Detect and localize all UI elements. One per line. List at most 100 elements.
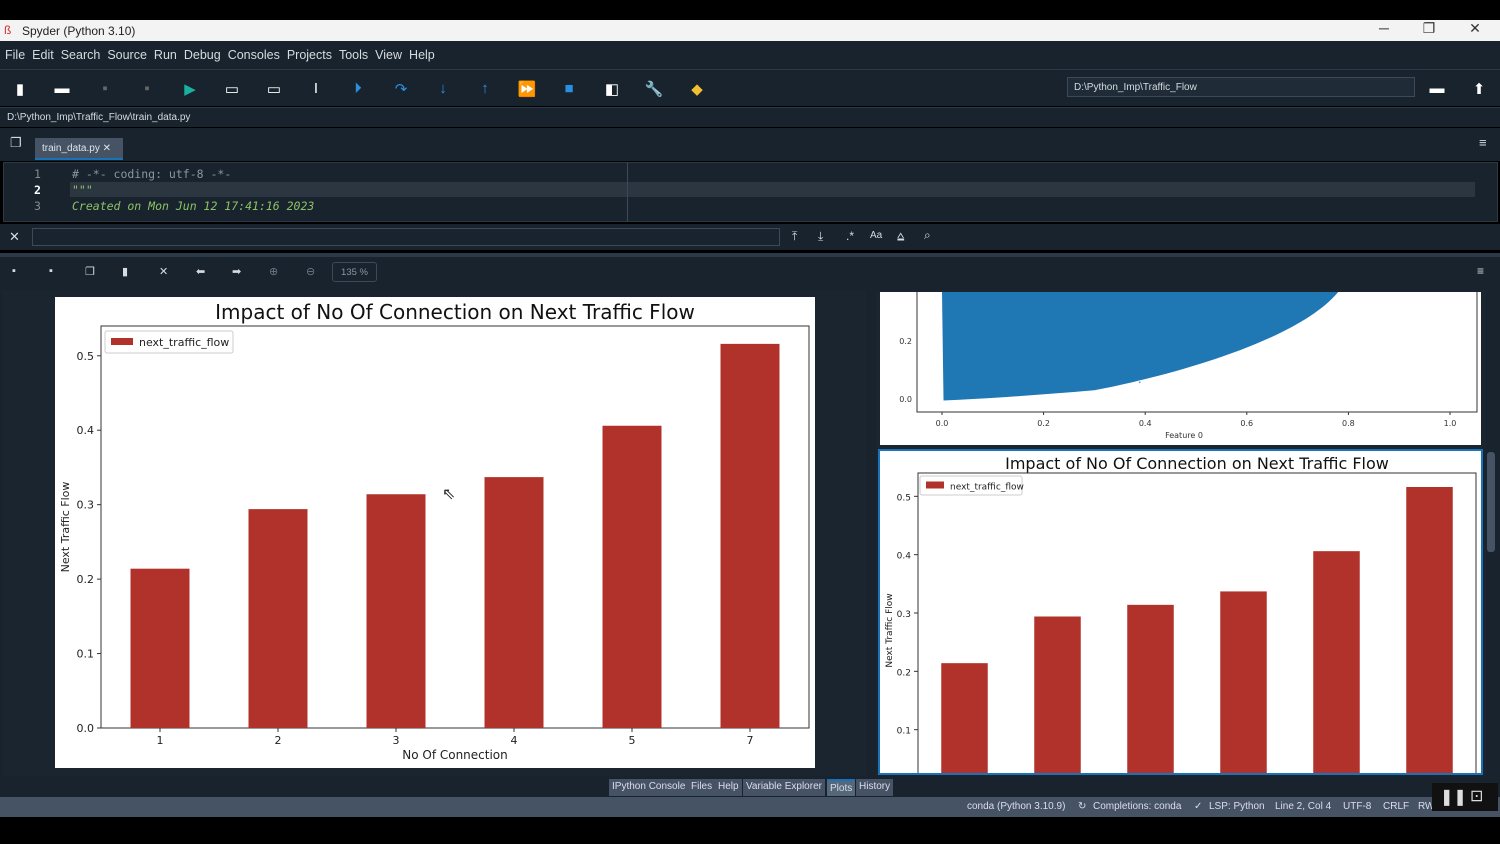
scatter-point (1127, 343, 1130, 346)
scatter-point (1133, 308, 1136, 310)
restore-button[interactable]: ❐ (1409, 20, 1449, 37)
scatter-point (1195, 351, 1198, 354)
whole-word-icon[interactable]: ⩠ (897, 229, 904, 244)
run-icon[interactable]: ▶ (180, 80, 200, 98)
parent-dir-icon[interactable]: ⬆ (1469, 80, 1489, 98)
save-plot-icon[interactable]: ▪ (12, 265, 16, 277)
menu-search[interactable]: Search (61, 48, 101, 62)
step-into-icon[interactable]: ↓ (433, 80, 453, 97)
next-plot-icon[interactable]: ➡ (232, 265, 241, 278)
menu-file[interactable]: File (5, 48, 25, 62)
find-next-icon[interactable]: ⤓ (818, 229, 823, 244)
menu-help[interactable]: Help (409, 48, 435, 62)
chart-title: Impact of No Of Connection on Next Traff… (215, 300, 695, 324)
file-path: D:\Python_Imp\Traffic_Flow\train_data.py (0, 107, 1500, 127)
close-tab-icon[interactable]: ✕ (103, 143, 111, 154)
menu-run[interactable]: Run (154, 48, 177, 62)
scatter-point (1167, 329, 1170, 332)
scatter-point (1225, 298, 1228, 300)
bar-chart-thumbnail[interactable]: Impact of No Of Connection on Next Traff… (878, 449, 1483, 775)
menu-source[interactable]: Source (107, 48, 147, 62)
maximize-pane-icon[interactable]: ◧ (602, 80, 622, 98)
regex-icon[interactable]: .* (846, 229, 854, 243)
stop-icon[interactable]: ■ (559, 80, 579, 97)
bar (720, 343, 780, 728)
close-button[interactable]: ✕ (1455, 20, 1495, 37)
bar (1313, 551, 1360, 773)
menu-tools[interactable]: Tools (339, 48, 368, 62)
scatter-point (1150, 350, 1153, 353)
copy-plot-icon[interactable]: ❐ (85, 265, 95, 278)
plots-options-icon[interactable]: ≡ (1477, 264, 1484, 278)
plot-frame (917, 472, 1477, 773)
save-icon[interactable]: ▪ (95, 80, 115, 97)
menu-projects[interactable]: Projects (287, 48, 332, 62)
menu-consoles[interactable]: Consoles (228, 48, 280, 62)
new-file-icon[interactable]: ▮ (10, 80, 30, 98)
menu-edit[interactable]: Edit (32, 48, 54, 62)
continue-icon[interactable]: ⏩ (517, 80, 537, 98)
tab-ipython-console[interactable]: IPython Console (609, 779, 689, 796)
scatter-point (1183, 359, 1186, 362)
tab-plots[interactable]: Plots (827, 779, 856, 796)
scatter-point (1122, 303, 1125, 306)
open-file-icon[interactable]: ▬ (52, 80, 72, 97)
scatter-point (1174, 325, 1176, 328)
code-editor[interactable]: 1 # -*- coding: utf-8 -*- 2 """ 3 Create… (3, 162, 1498, 222)
menu-debug[interactable]: Debug (184, 48, 221, 62)
editor-tabs-row: ❐ ≡ (0, 128, 1500, 161)
scatter-point (1228, 308, 1231, 311)
scatter-point (1204, 347, 1207, 350)
scatter-point (1174, 319, 1177, 322)
tab-help[interactable]: Help (715, 779, 742, 796)
scatter-point (1195, 300, 1197, 303)
scatter-point (1228, 338, 1231, 341)
scatter-point (1132, 357, 1135, 360)
pause-icon[interactable]: ❚❚ (1440, 787, 1467, 807)
minimize-button[interactable]: ─ (1364, 20, 1404, 36)
zoom-out-icon[interactable]: ⊖ (306, 265, 315, 278)
scatter-point (1186, 347, 1189, 350)
remove-plot-icon[interactable]: ▮ (122, 265, 128, 278)
options-menu-icon[interactable]: ≡ (1479, 135, 1487, 150)
remove-all-plots-icon[interactable]: ✕ (159, 265, 168, 278)
scatter-point (1216, 331, 1219, 334)
close-find-icon[interactable]: ✕ (9, 229, 20, 245)
scatter-thumbnail[interactable]: 0.0 0.2 0.4 0.6 0.8 1.0 0.0 0.2 Feature 0 (880, 292, 1481, 445)
python-path-icon[interactable]: ◆ (687, 80, 707, 98)
zoom-in-icon[interactable]: ⊕ (269, 265, 278, 278)
step-out-icon[interactable]: ↑ (475, 80, 495, 97)
run-cell-icon[interactable]: ▭ (222, 80, 242, 98)
run-selection-icon[interactable]: I (306, 80, 326, 97)
zoom-level[interactable]: 135 % (332, 262, 377, 282)
x-tick-label: 0.0 (936, 419, 949, 428)
tab-history[interactable]: History (856, 779, 894, 796)
scatter-point (1224, 315, 1227, 318)
find-previous-icon[interactable]: ⤒ (792, 229, 797, 244)
bar (484, 477, 544, 728)
tab-variable-explorer[interactable]: Variable Explorer (743, 779, 825, 796)
case-sensitive-icon[interactable]: Aa (870, 230, 882, 241)
browse-folder-icon[interactable]: ▬ (1427, 80, 1447, 97)
search-selection-icon[interactable]: ⌕ (924, 228, 931, 243)
menu-view[interactable]: View (375, 48, 402, 62)
save-all-icon[interactable]: ▪ (137, 80, 157, 97)
working-directory-input[interactable]: D:\Python_Imp\Traffic_Flow (1067, 77, 1415, 97)
debug-icon[interactable]: ⏵ (348, 80, 368, 97)
status-env[interactable]: conda (Python 3.10.9) (967, 801, 1065, 812)
thumbnails-scrollbar[interactable] (1486, 292, 1496, 772)
preferences-wrench-icon[interactable]: 🔧 (644, 80, 664, 98)
step-icon[interactable]: ↷ (391, 80, 411, 98)
browse-tabs-icon[interactable]: ❐ (10, 135, 22, 151)
find-input[interactable] (32, 228, 780, 246)
tab-train-data[interactable]: train_data.py ✕ (35, 138, 123, 160)
previous-plot-icon[interactable]: ⬅ (196, 265, 205, 278)
tab-files[interactable]: Files (688, 779, 716, 796)
legend-label: next_traffic_flow (950, 483, 1024, 493)
presentation-icon[interactable]: ⊡ (1470, 786, 1483, 806)
scatter-point (1242, 306, 1244, 309)
run-cell-advance-icon[interactable]: ▭ (264, 80, 284, 98)
scatter-point (1141, 333, 1144, 335)
save-all-plots-icon[interactable]: ▪ (49, 265, 53, 277)
scatter-point (1120, 346, 1123, 349)
